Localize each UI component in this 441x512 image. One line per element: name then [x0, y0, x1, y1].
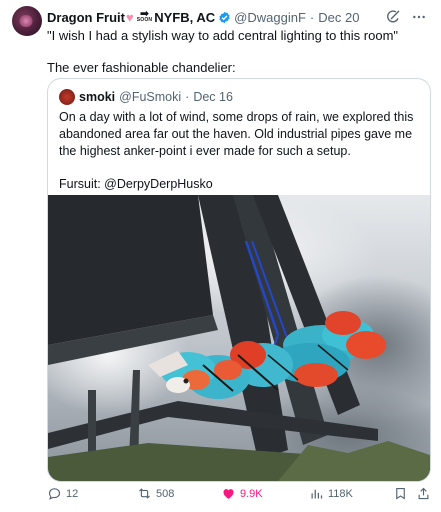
author-display-name[interactable]: Dragon Fruit	[47, 10, 125, 25]
more-icon[interactable]	[411, 9, 427, 25]
tweet-text-line-1: "I wish I had a stylish way to add centr…	[47, 28, 399, 43]
like-count: 9.9K	[240, 487, 263, 500]
like-icon	[223, 489, 234, 499]
quoted-tweet[interactable]: smoki @FuSmoki · Dec 16 On a day with a …	[47, 78, 431, 482]
quoted-tweet-text: On a day with a lot of wind, some drops …	[59, 109, 421, 193]
views-button[interactable]: 118K	[309, 486, 353, 501]
share-button[interactable]	[416, 486, 431, 501]
tweet-text-line-2: The ever fashionable chandelier:	[47, 60, 236, 75]
repost-button[interactable]: 508	[137, 486, 174, 501]
author-avatar[interactable]	[12, 6, 42, 36]
tweet-actions: 12 508 9.9K 118K	[47, 486, 431, 504]
bookmark-button[interactable]	[393, 486, 408, 501]
quoted-paragraph-1: On a day with a lot of wind, some drops …	[59, 110, 414, 158]
quoted-tweet-header: smoki @FuSmoki · Dec 16	[59, 89, 233, 105]
views-count: 118K	[328, 487, 353, 500]
quoted-author-display-name[interactable]: smoki	[79, 90, 115, 104]
reply-count: 12	[66, 487, 79, 500]
repost-icon	[139, 488, 150, 499]
like-button[interactable]: 9.9K	[221, 486, 263, 501]
quoted-author-handle[interactable]: @FuSmoki	[119, 90, 181, 104]
reply-icon	[48, 488, 61, 500]
quoted-tweet-date[interactable]: Dec 16	[193, 90, 233, 104]
tweet-date[interactable]: Dec 20	[318, 10, 359, 25]
heart-emoji-icon: ♥	[126, 9, 134, 25]
tweet-text: "I wish I had a stylish way to add centr…	[47, 27, 432, 76]
soon-label: SOON	[136, 17, 153, 23]
separator-dot: ·	[185, 90, 190, 104]
soon-arrow-icon: ➡ SOON	[136, 8, 153, 24]
author-name-suffix[interactable]: NYFB, AC	[154, 10, 215, 25]
bookmark-icon	[396, 487, 405, 500]
share-icon	[418, 487, 429, 500]
views-icon	[311, 489, 323, 499]
verified-icon	[219, 11, 230, 23]
separator-dot: ·	[309, 9, 315, 25]
repost-count: 508	[156, 487, 175, 500]
reply-button[interactable]: 12	[47, 486, 78, 501]
quoted-author-avatar[interactable]	[59, 89, 75, 105]
grok-icon[interactable]	[385, 9, 401, 25]
quoted-paragraph-2: Fursuit: @DerpyDerpHusko	[59, 177, 213, 191]
author-handle[interactable]: @DwagginF	[234, 10, 306, 25]
tweet-header: Dragon Fruit ♥ ➡ SOON NYFB, AC @DwagginF…	[47, 8, 427, 26]
quoted-tweet-photo[interactable]	[48, 195, 430, 481]
